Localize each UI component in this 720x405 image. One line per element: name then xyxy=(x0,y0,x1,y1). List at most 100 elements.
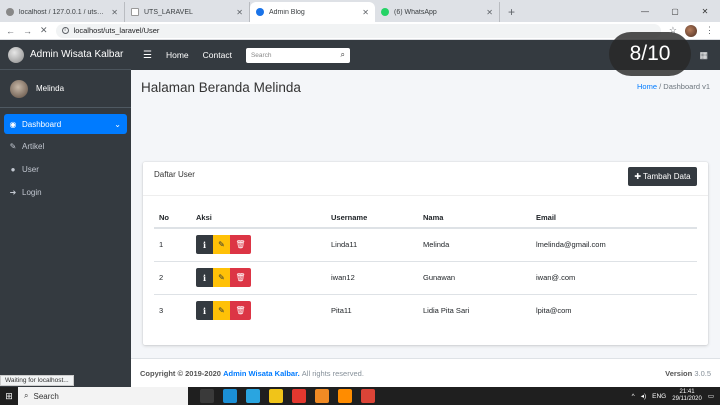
chevron-down-icon: ⌄ xyxy=(114,119,121,129)
volume-icon[interactable]: ◂) xyxy=(641,392,646,400)
edge-icon[interactable] xyxy=(223,389,237,403)
notification-icon[interactable]: ▭ xyxy=(708,392,714,400)
info-icon[interactable]: i xyxy=(61,27,69,34)
tab-label: (6) WhatsApp xyxy=(394,8,437,16)
sidebar-menu: ◉ Dashboard ⌄ ✎ Artikel ● User ➜ Login xyxy=(0,108,131,211)
delete-button[interactable]: 🗑 xyxy=(230,268,251,287)
tab-label: UTS_LARAVEL xyxy=(144,8,193,16)
sidebar-item-label: Login xyxy=(22,188,42,197)
nav-contact-link[interactable]: Contact xyxy=(203,50,232,60)
close-icon[interactable]: ✕ xyxy=(362,8,369,17)
language-indicator[interactable]: ENG xyxy=(652,393,666,400)
menu-dots-icon[interactable]: ⋮ xyxy=(705,25,714,36)
maximize-icon[interactable]: ▢ xyxy=(660,7,690,16)
column-header-no: No xyxy=(154,207,196,229)
sidebar-item-artikel[interactable]: ✎ Artikel xyxy=(4,136,127,157)
tray-arrow-icon[interactable]: ^ xyxy=(632,393,635,400)
edit-icon: ✎ xyxy=(218,240,225,250)
store-icon[interactable] xyxy=(292,389,306,403)
info-icon: i xyxy=(202,272,207,283)
stop-loading-icon[interactable]: ✕ xyxy=(40,25,48,36)
file-explorer-icon[interactable] xyxy=(269,389,283,403)
user-panel: Melinda xyxy=(0,70,131,108)
chrome-icon[interactable] xyxy=(361,389,375,403)
close-window-icon[interactable]: ✕ xyxy=(690,7,720,16)
browser-tab-uts-laravel[interactable]: UTS_LARAVEL ✕ xyxy=(125,2,250,22)
sidebar-item-login[interactable]: ➜ Login xyxy=(4,182,127,203)
delete-button[interactable]: 🗑 xyxy=(230,301,251,321)
browser-tab-whatsapp[interactable]: (6) WhatsApp ✕ xyxy=(375,2,500,22)
user-list-card: Daftar User ✚ Tambah Data No Aksi Userna… xyxy=(143,162,708,345)
close-icon[interactable]: ✕ xyxy=(111,8,118,17)
url-text: localhost/uts_laravel/User xyxy=(73,26,160,35)
footer-rights: All rights reserved. xyxy=(301,368,364,378)
task-view-icon[interactable] xyxy=(200,389,214,403)
forward-arrow-icon[interactable]: → xyxy=(23,26,32,36)
cell-no: 3 xyxy=(159,306,164,316)
detail-button[interactable]: i xyxy=(196,235,213,255)
detail-button[interactable]: i xyxy=(196,301,213,321)
column-header-username: Username xyxy=(331,207,423,229)
detail-button[interactable]: i xyxy=(196,268,213,287)
mail-icon[interactable] xyxy=(246,389,260,403)
info-icon: i xyxy=(202,239,207,250)
dashboard-icon: ◉ xyxy=(9,119,17,129)
app-icon[interactable] xyxy=(315,389,329,403)
user-name[interactable]: Melinda xyxy=(36,84,64,93)
breadcrumb-home-link[interactable]: Home xyxy=(637,82,657,91)
back-arrow-icon[interactable]: ← xyxy=(6,26,15,36)
search-icon[interactable]: ⌕ xyxy=(340,50,344,60)
cell-actions: i ✎ 🗑 xyxy=(196,228,331,262)
clock[interactable]: 21:41 29/11/2020 xyxy=(672,389,702,403)
search-placeholder: Search xyxy=(250,51,272,59)
footer: Copyright © 2019-2020 Admin Wisata Kalba… xyxy=(131,358,720,387)
browser-tab-admin-blog[interactable]: Admin Blog ✕ xyxy=(250,2,375,22)
edit-icon: ✎ xyxy=(218,273,225,282)
windows-start-icon[interactable]: ⊞ xyxy=(0,391,18,402)
window-controls: — ▢ ✕ xyxy=(630,0,720,22)
clock-time: 21:41 xyxy=(679,389,695,395)
table-row: 2 i ✎ 🗑 iwan12 Gunawan iwan@.com xyxy=(154,261,697,295)
breadcrumb-separator: / xyxy=(659,82,662,91)
sidebar-item-user[interactable]: ● User xyxy=(4,159,127,180)
cell-username: Pita11 xyxy=(331,306,352,316)
card-title: Daftar User xyxy=(154,170,195,179)
cell-nama: Gunawan xyxy=(423,261,536,295)
cell-nama: Melinda xyxy=(423,228,536,262)
edit-button[interactable]: ✎ xyxy=(213,301,230,321)
taskbar-search[interactable]: ⌕ Search xyxy=(18,387,188,405)
close-icon[interactable]: ✕ xyxy=(236,8,243,17)
new-tab-button[interactable]: + xyxy=(500,2,523,22)
grid-icon[interactable]: ▦ xyxy=(699,50,708,61)
card-header: Daftar User ✚ Tambah Data xyxy=(143,162,708,196)
trash-icon: 🗑 xyxy=(235,240,246,250)
sidebar-item-dashboard[interactable]: ◉ Dashboard ⌄ xyxy=(4,114,127,134)
edit-button[interactable]: ✎ xyxy=(213,268,230,287)
browser-tab-phpmyadmin[interactable]: localhost / 127.0.0.1 / uts_laravel ✕ xyxy=(0,2,125,22)
sidebar-item-label: Dashboard xyxy=(22,119,62,129)
whatsapp-icon xyxy=(381,8,389,16)
info-icon: i xyxy=(202,305,207,316)
profile-avatar[interactable] xyxy=(685,24,697,37)
url-field[interactable]: i localhost/uts_laravel/User xyxy=(55,23,661,38)
footer-link[interactable]: Admin Wisata Kalbar. xyxy=(223,369,300,378)
nav-home-link[interactable]: Home xyxy=(166,50,189,60)
search-input[interactable]: Search ⌕ xyxy=(245,47,350,63)
sublime-icon[interactable] xyxy=(338,389,352,403)
edit-button[interactable]: ✎ xyxy=(213,235,230,255)
minimize-icon[interactable]: — xyxy=(630,7,660,16)
footer-version: Version 3.0.5 xyxy=(665,369,711,378)
version-number: 3.0.5 xyxy=(694,368,711,378)
plus-icon: ✚ xyxy=(634,172,642,181)
breadcrumb-current: Dashboard v1 xyxy=(663,82,710,91)
close-icon[interactable]: ✕ xyxy=(486,8,493,17)
browser-status-message: Waiting for localhost... xyxy=(0,375,74,386)
delete-button[interactable]: 🗑 xyxy=(230,235,251,255)
brand-link[interactable]: Admin Wisata Kalbar xyxy=(0,40,131,70)
add-data-button[interactable]: ✚ Tambah Data xyxy=(628,167,697,186)
cell-email: iwan@.com xyxy=(536,261,697,295)
browser-tab-strip: localhost / 127.0.0.1 / uts_laravel ✕ UT… xyxy=(0,0,720,22)
cell-email: lmelinda@gmail.com xyxy=(536,228,697,262)
column-header-nama: Nama xyxy=(423,207,536,229)
hamburger-menu-icon[interactable]: ☰ xyxy=(143,50,152,61)
